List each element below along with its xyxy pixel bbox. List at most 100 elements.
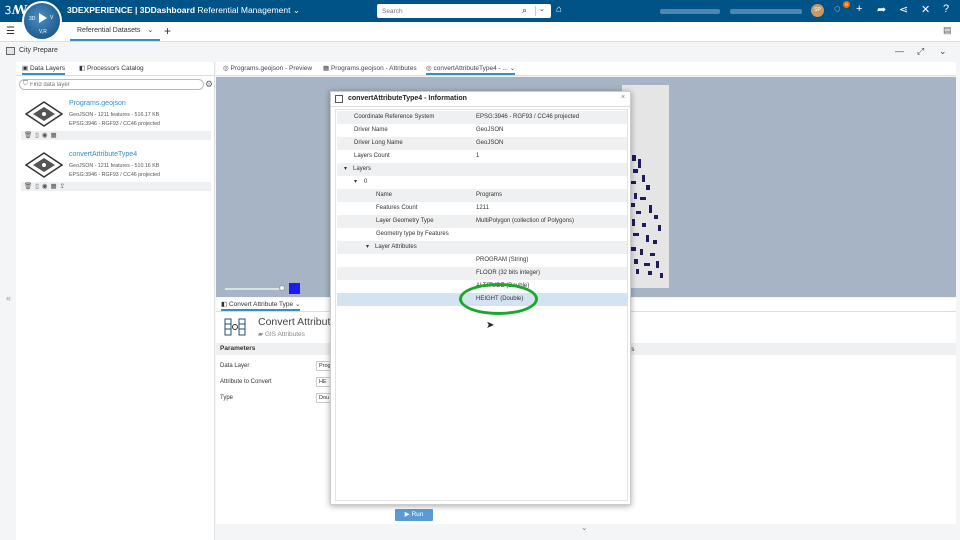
table-icon[interactable]: ▦ — [51, 131, 57, 140]
find-data-layer-input[interactable] — [20, 80, 190, 89]
table-row: PROGRAM (String) — [337, 254, 627, 267]
filter-box[interactable]: ⛉ — [19, 79, 204, 90]
row-key: Layers Count — [354, 153, 390, 159]
main-tabs: ◎ Programs.geojson - Preview ▦ Programs.… — [216, 62, 956, 76]
table-row[interactable]: ▾ Layers — [337, 163, 627, 176]
highlight-annotation — [459, 283, 538, 315]
table-row: Layer Geometry Type MultiPolygon (collec… — [337, 215, 627, 228]
chat-icon[interactable]: ▤ — [943, 25, 952, 36]
table-row: Coordinate Reference System EPSG:3946 - … — [337, 111, 627, 124]
dataset-crs: EPSG:3946 - RGF93 / CC46 projected — [69, 172, 160, 178]
table-row: Geometry type by Features — [337, 228, 627, 241]
table-row: FLOOR (32 bits integer) — [337, 267, 627, 280]
notifications-icon[interactable]: ◌ — [834, 3, 841, 15]
document-icon[interactable]: ▯ — [35, 182, 39, 191]
compass-icon[interactable]: 3D V V,R — [22, 1, 62, 41]
tab-referential-datasets[interactable]: Referential Datasets ⌄ — [70, 25, 160, 41]
row-value: 1211 — [476, 205, 489, 211]
row-key: Name — [376, 192, 393, 198]
delete-icon[interactable]: 🗑 — [24, 182, 32, 191]
opacity-slider-handle[interactable] — [279, 285, 285, 291]
layer-color-swatch[interactable] — [289, 283, 300, 294]
eye-icon[interactable]: ◉ — [42, 131, 48, 140]
add-tab-icon[interactable]: + — [164, 24, 171, 38]
row-value: GeoJSON — [476, 140, 504, 146]
dataset-card[interactable]: convertAttributeType4 GeoJSON - 1211 fea… — [21, 148, 211, 193]
tab-label: Programs.geojson - Attributes — [330, 65, 417, 72]
dataset-actions: 🗑 ▯ ◉ ▦ — [21, 131, 211, 140]
widget-title: City Prepare — [19, 47, 58, 54]
chevron-left-icon[interactable]: « — [6, 293, 11, 303]
chevron-down-icon[interactable]: ⌄ — [539, 5, 545, 13]
redacted-text — [730, 9, 802, 14]
search-input[interactable] — [377, 4, 517, 18]
close-icon[interactable]: × — [621, 94, 625, 101]
export-icon[interactable]: ⇪ — [60, 182, 65, 191]
tab-convert-info[interactable]: ◎ convertAttributeType4 - ... ⌄ — [426, 64, 516, 75]
chevron-down-icon[interactable]: ⌄ — [147, 27, 153, 34]
minimize-icon[interactable]: — — [895, 46, 904, 56]
chevron-down-icon[interactable]: ⌄ — [581, 523, 588, 532]
dialog-title: convertAttributeType4 - Information — [348, 95, 467, 102]
left-panel-tabs: ▣ Data Layers ◧ Processors Catalog — [16, 62, 215, 76]
tab-data-layers[interactable]: ▣ Data Layers — [22, 64, 65, 75]
compass-3d-label: 3D — [29, 16, 36, 22]
dialog-header: convertAttributeType4 - Information × — [331, 92, 630, 107]
row-value: PROGRAM (String) — [476, 257, 529, 263]
play-icon — [39, 13, 47, 23]
app-title[interactable]: 3DEXPERIENCE | 3DDashboard Referential M… — [67, 5, 300, 16]
compass-v-label: V — [50, 15, 54, 21]
search-box[interactable]: ⌕ ⌄ — [377, 4, 551, 18]
convert-attribute-icon — [224, 318, 246, 336]
table-row[interactable]: ▾ 0 — [337, 176, 627, 189]
plus-icon[interactable]: + — [856, 3, 862, 15]
document-icon[interactable]: ▯ — [35, 131, 39, 140]
tab-label: Data Layers — [29, 65, 65, 72]
expand-triangle-icon[interactable]: ▾ — [366, 243, 369, 250]
tools-icon[interactable]: ✕ — [921, 3, 930, 16]
share-icon[interactable]: ➦ — [877, 3, 886, 16]
row-value: FLOOR (32 bits integer) — [476, 270, 541, 276]
gear-icon[interactable]: ⚙ — [205, 79, 213, 90]
table-icon[interactable]: ▦ — [51, 182, 57, 191]
param-label: Type — [220, 395, 234, 401]
category-label: GIS Attributes — [264, 331, 305, 338]
tab-processors-catalog[interactable]: ◧ Processors Catalog — [79, 64, 144, 72]
tab-label: Convert Attribute Type — [228, 301, 294, 308]
chevron-down-icon[interactable]: ⌄ — [939, 46, 947, 57]
info-icon — [335, 95, 343, 103]
tab-convert-attribute-type[interactable]: ◧ Convert Attribute Type ⌄ — [221, 300, 301, 311]
table-row[interactable]: ▾ Layer Attributes — [337, 241, 627, 254]
network-icon[interactable]: ⋖ — [899, 3, 908, 16]
row-value: GeoJSON — [476, 127, 504, 133]
maximize-icon[interactable]: ⤢ — [917, 46, 924, 57]
dataset-card[interactable]: Programs.geojson GeoJSON - 1211 features… — [21, 97, 211, 142]
help-icon[interactable]: ? — [943, 3, 949, 15]
dataset-actions: 🗑 ▯ ◉ ▦ ⇪ — [21, 182, 211, 191]
layer-thumbnail-icon — [24, 101, 64, 127]
expand-triangle-icon[interactable]: ▾ — [354, 178, 357, 185]
tab-preview[interactable]: ◎ Programs.geojson - Preview — [223, 64, 312, 72]
dataset-name[interactable]: Programs.geojson — [69, 100, 126, 107]
delete-icon[interactable]: 🗑 — [24, 131, 32, 140]
top-bar: 𝟹ꟿ 3DEXPERIENCE | 3DDashboard Referentia… — [0, 0, 960, 22]
row-value: EPSG:3946 - RGF93 / CC46 projected — [476, 114, 580, 120]
row-value: 1 — [476, 153, 480, 159]
row-key: Features Count — [376, 205, 418, 211]
redacted-text — [660, 9, 720, 14]
tab-attributes[interactable]: ▦ Programs.geojson - Attributes — [323, 64, 417, 72]
eye-icon[interactable]: ◉ — [42, 182, 48, 191]
tag-icon[interactable]: ⌂ — [556, 4, 562, 15]
menu-icon[interactable]: ☰ — [6, 26, 15, 37]
row-key: Driver Long Name — [354, 140, 403, 146]
opacity-slider-track[interactable] — [225, 288, 282, 290]
param-label: Data Layer — [220, 363, 250, 369]
avatar[interactable]: SP — [811, 4, 824, 17]
search-icon[interactable]: ⌕ — [522, 5, 527, 16]
dataset-name[interactable]: convertAttributeType4 — [69, 151, 137, 158]
expand-triangle-icon[interactable]: ▾ — [344, 165, 347, 172]
compass-bottom-label: V,R — [39, 29, 47, 35]
row-key: Layer Geometry Type — [376, 218, 434, 224]
run-button[interactable]: ▶ Run — [395, 509, 433, 521]
brand-label: 3DEXPERIENCE | 3DDashboard — [67, 5, 196, 15]
